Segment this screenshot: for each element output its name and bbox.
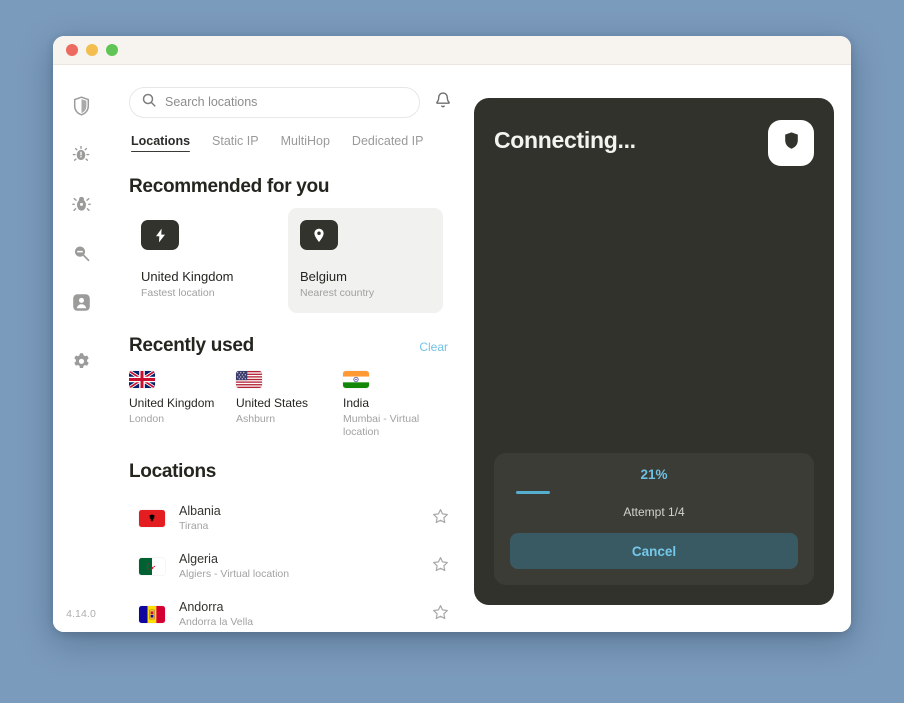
sidebar-item-malware[interactable] (64, 187, 98, 221)
threat-protection-alert-icon (71, 145, 91, 165)
scan-search-icon (72, 244, 91, 263)
recommended-card-fastest[interactable]: United Kingdom Fastest location (129, 208, 284, 313)
progress-percent-label: 21% (640, 467, 668, 482)
shield-icon (73, 96, 90, 116)
connection-status-title: Connecting... (494, 127, 636, 153)
recent-item-subtitle: Mumbai - Virtual location (343, 412, 420, 438)
sidebar-item-account[interactable] (64, 285, 98, 319)
star-outline-icon (432, 604, 449, 626)
recent-item-united-states[interactable]: United States Ashburn (236, 371, 343, 439)
recommended-section-title: Recommended for you (129, 176, 330, 197)
lightning-bolt-icon (141, 220, 179, 250)
recommended-cards: United Kingdom Fastest location Belgium (129, 208, 456, 313)
connection-progress-card: 21% Attempt 1/4 Cancel (494, 453, 814, 585)
location-subtitle: Tirana (179, 520, 209, 533)
location-name: Algeria (179, 551, 218, 566)
progress-bar-fill (515, 491, 551, 494)
sidebar-item-scan[interactable] (64, 236, 98, 270)
locations-pane: Search locations Locations Static IP Mul… (109, 65, 474, 632)
location-text: Andorra Andorra la Vella (179, 600, 428, 630)
recommended-card-name: Belgium (300, 269, 347, 284)
table-row[interactable]: Albania Tirana (129, 495, 456, 543)
sidebar-rail: 4.14.0 (53, 65, 109, 632)
sidebar-item-settings[interactable] (64, 344, 98, 378)
window-titlebar (53, 36, 851, 65)
bell-icon (435, 91, 451, 114)
connection-panel: Connecting... 21% Attempt 1/4 Cancel (474, 98, 834, 605)
tab-multihop[interactable]: MultiHop (281, 134, 330, 152)
location-text: Albania Tirana (179, 504, 428, 534)
tab-locations[interactable]: Locations (131, 134, 191, 152)
locations-scroll-area[interactable]: Recommended for you United Kingdom Faste… (129, 152, 456, 632)
favorite-button[interactable] (428, 603, 452, 627)
progress-bar (510, 491, 798, 494)
tab-bar: Locations Static IP MultiHop Dedicated I… (129, 134, 456, 152)
location-name: Albania (179, 503, 221, 518)
locations-section-title: Locations (129, 460, 217, 482)
location-subtitle: Andorra la Vella (179, 616, 254, 629)
flag-gb-icon (129, 371, 155, 388)
search-row: Search locations (129, 87, 456, 118)
sidebar-item-vpn[interactable] (64, 89, 98, 123)
clear-recently-used-button[interactable]: Clear (419, 340, 456, 354)
maximize-window-button[interactable] (106, 44, 118, 56)
recent-item-subtitle: Ashburn (236, 412, 276, 425)
recently-used-header: Recently used Clear (129, 335, 456, 359)
desktop-background: 4.14.0 Search locations Locations Static… (0, 0, 904, 703)
locations-list: Albania Tirana Algeria Algiers - Virtual… (129, 495, 456, 632)
recent-item-name: United States (236, 396, 309, 410)
flag-al-icon (139, 510, 165, 528)
flag-in-icon (343, 371, 369, 388)
traffic-light-controls (66, 44, 118, 56)
sidebar-item-threat-protection[interactable] (64, 138, 98, 172)
flag-us-icon (236, 371, 262, 388)
tab-dedicated-ip[interactable]: Dedicated IP (352, 134, 424, 152)
location-text: Algeria Algiers - Virtual location (179, 552, 428, 582)
recently-used-items: United Kingdom London United States Ashb… (129, 371, 456, 439)
attempt-label: Attempt 1/4 (623, 505, 685, 519)
recommended-card-subtitle: Nearest country (300, 287, 375, 299)
favorite-button[interactable] (428, 555, 452, 579)
bug-icon (71, 194, 91, 214)
locations-header: Locations (129, 461, 456, 485)
flag-ad-icon (139, 606, 165, 624)
star-outline-icon (432, 556, 449, 578)
recently-used-title: Recently used (129, 335, 254, 356)
table-row[interactable]: Andorra Andorra la Vella (129, 591, 456, 632)
tab-static-ip[interactable]: Static IP (212, 134, 259, 152)
recent-item-united-kingdom[interactable]: United Kingdom London (129, 371, 236, 439)
minimize-window-button[interactable] (86, 44, 98, 56)
favorite-button[interactable] (428, 507, 452, 531)
app-version: 4.14.0 (66, 608, 96, 620)
recent-item-name: United Kingdom (129, 396, 215, 410)
app-window: 4.14.0 Search locations Locations Static… (53, 36, 851, 632)
connection-panel-header: Connecting... (494, 120, 814, 166)
recommended-card-name: United Kingdom (141, 269, 234, 284)
connection-panel-spacer (494, 166, 814, 453)
recent-item-subtitle: London (129, 412, 165, 425)
map-pin-icon (300, 220, 338, 250)
window-body: 4.14.0 Search locations Locations Static… (53, 65, 851, 632)
cancel-button[interactable]: Cancel (510, 533, 798, 569)
connection-panel-wrapper: Connecting... 21% Attempt 1/4 Cancel (474, 65, 851, 632)
shield-logo-icon (783, 131, 800, 156)
star-outline-icon (432, 508, 449, 530)
search-input[interactable]: Search locations (129, 87, 420, 118)
recommended-card-subtitle: Fastest location (141, 287, 215, 299)
app-logo-badge (768, 120, 814, 166)
table-row[interactable]: Algeria Algiers - Virtual location (129, 543, 456, 591)
recent-item-india[interactable]: India Mumbai - Virtual location (343, 371, 450, 439)
location-name: Andorra (179, 599, 224, 614)
search-placeholder: Search locations (165, 95, 258, 110)
gear-icon (72, 352, 91, 371)
close-window-button[interactable] (66, 44, 78, 56)
recommended-card-nearest[interactable]: Belgium Nearest country (288, 208, 443, 313)
search-icon (142, 93, 156, 112)
person-badge-icon (72, 293, 91, 312)
flag-dz-icon (139, 558, 165, 576)
recent-item-name: India (343, 396, 370, 410)
notifications-button[interactable] (430, 90, 456, 116)
location-subtitle: Algiers - Virtual location (179, 568, 290, 581)
